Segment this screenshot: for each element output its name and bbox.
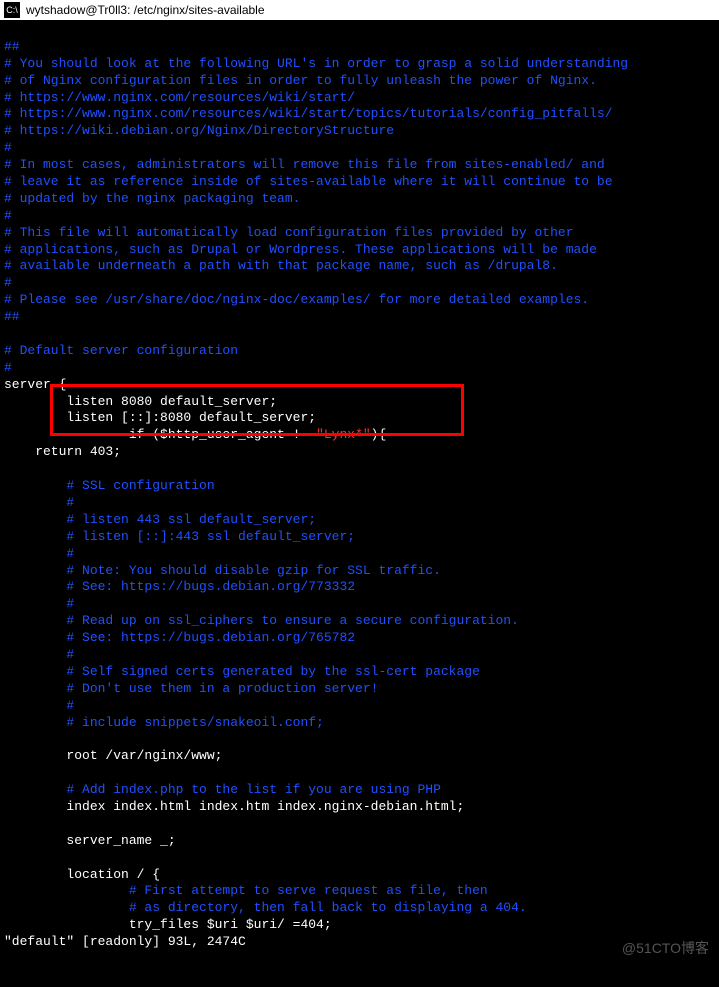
config-comment: # listen [::]:443 ssl default_server;	[4, 529, 355, 544]
window-titlebar: C:\ wytshadow@Tr0ll3: /etc/nginx/sites-a…	[0, 0, 719, 20]
config-line: try_files $uri $uri/ =404;	[4, 917, 332, 932]
config-comment: # updated by the nginx packaging team.	[4, 191, 300, 206]
config-comment: # listen 443 ssl default_server;	[4, 512, 316, 527]
config-comment: # See: https://bugs.debian.org/773332	[4, 579, 355, 594]
config-comment: # Self signed certs generated by the ssl…	[4, 664, 480, 679]
config-comment: # include snippets/snakeoil.conf;	[4, 715, 324, 730]
lynx-string: "Lynx*"	[316, 427, 371, 442]
config-comment: # This file will automatically load conf…	[4, 225, 574, 240]
config-comment: # https://www.nginx.com/resources/wiki/s…	[4, 90, 355, 105]
config-line: server {	[4, 377, 66, 392]
config-comment: #	[4, 275, 12, 290]
config-comment: ##	[4, 39, 20, 54]
config-comment: # You should look at the following URL's…	[4, 56, 628, 71]
window-title: wytshadow@Tr0ll3: /etc/nginx/sites-avail…	[26, 3, 265, 17]
config-line: index index.html index.htm index.nginx-d…	[4, 799, 464, 814]
config-comment: # as directory, then fall back to displa…	[4, 900, 527, 915]
config-comment: # of Nginx configuration files in order …	[4, 73, 597, 88]
config-line: return 403;	[4, 444, 121, 459]
config-comment: #	[4, 647, 74, 662]
config-comment: ##	[4, 309, 20, 324]
config-line: listen 8080 default_server;	[4, 394, 277, 409]
config-comment: # https://wiki.debian.org/Nginx/Director…	[4, 123, 394, 138]
terminal-icon: C:\	[4, 2, 20, 18]
config-comment: # https://www.nginx.com/resources/wiki/s…	[4, 106, 613, 121]
config-comment: #	[4, 208, 12, 223]
config-comment: # See: https://bugs.debian.org/765782	[4, 630, 355, 645]
config-comment: #	[4, 140, 12, 155]
config-line: if ($http_user_agent !~	[4, 427, 316, 442]
vim-status: "default" [readonly] 93L, 2474C	[4, 934, 246, 949]
config-comment: # applications, such as Drupal or Wordpr…	[4, 242, 597, 257]
config-comment: # leave it as reference inside of sites-…	[4, 174, 613, 189]
config-comment: # In most cases, administrators will rem…	[4, 157, 605, 172]
config-comment: #	[4, 360, 12, 375]
config-comment: # Don't use them in a production server!	[4, 681, 378, 696]
config-comment: # Note: You should disable gzip for SSL …	[4, 563, 441, 578]
config-comment: # Default server configuration	[4, 343, 238, 358]
config-line: ){	[371, 427, 387, 442]
config-comment: # SSL configuration	[4, 478, 215, 493]
watermark: @51CTO博客	[622, 939, 709, 957]
config-comment: #	[4, 495, 74, 510]
config-comment: # Read up on ssl_ciphers to ensure a sec…	[4, 613, 519, 628]
terminal-content[interactable]: ## # You should look at the following UR…	[0, 20, 719, 987]
config-comment: # First attempt to serve request as file…	[4, 883, 488, 898]
config-line: root /var/nginx/www;	[4, 748, 222, 763]
config-comment: #	[4, 698, 74, 713]
config-comment: #	[4, 546, 74, 561]
config-comment: # Please see /usr/share/doc/nginx-doc/ex…	[4, 292, 589, 307]
config-comment: #	[4, 596, 74, 611]
config-comment: # available underneath a path with that …	[4, 258, 558, 273]
config-comment: # Add index.php to the list if you are u…	[4, 782, 441, 797]
config-line: listen [::]:8080 default_server;	[4, 410, 316, 425]
config-line: server_name _;	[4, 833, 176, 848]
config-line: location / {	[4, 867, 160, 882]
